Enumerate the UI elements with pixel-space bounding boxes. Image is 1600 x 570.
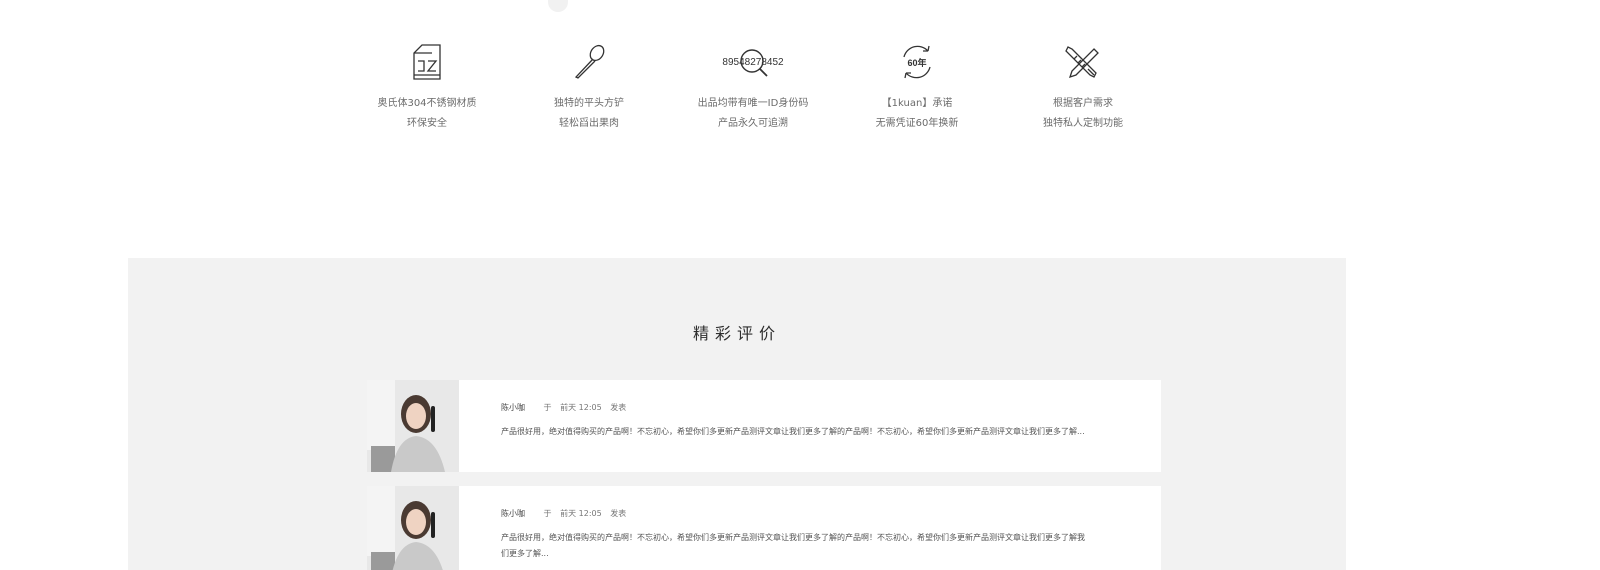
avatar — [367, 486, 459, 570]
feature-line2: 无需凭证60年换新 — [875, 118, 959, 129]
feature-item-material: 奥氏体304不锈钢材质 环保安全 — [347, 38, 507, 134]
reviews-title: 精彩评价 — [692, 324, 781, 343]
feature-line2: 独特私人定制功能 — [1043, 118, 1123, 129]
cabinet-icon — [347, 38, 507, 86]
feature-line2: 环保安全 — [407, 118, 447, 129]
feature-line1: 出品均带有唯一ID身份码 — [697, 98, 809, 109]
review-prefix: 于 — [543, 509, 552, 518]
feature-line2: 产品永久可追溯 — [718, 118, 788, 129]
magnifier-id-icon: 89548278452 — [673, 38, 833, 86]
review-time: 前天 12:05 — [560, 509, 602, 518]
spatula-icon — [509, 38, 669, 86]
review-content: 产品很好用，绝对值得购买的产品啊！不忘初心，希望你们多更新产品测评文章让我们更多… — [501, 533, 1085, 558]
reviews-section: 精彩评价 陈小咖 于 前天 12:05 发表 产品很好用，绝对值得购买的产品啊！… — [128, 258, 1346, 570]
review-meta: 陈小咖 于 前天 12:05 发表 — [501, 508, 626, 519]
feature-line2: 轻松舀出果肉 — [559, 118, 619, 129]
feature-line1: 独特的平头方铲 — [554, 98, 624, 109]
review-content: 产品很好用，绝对值得购买的产品啊！不忘初心，希望你们多更新产品测评文章让我们更多… — [501, 427, 1085, 436]
review-suffix: 发表 — [610, 509, 627, 518]
feature-line1: 【1kuan】承诺 — [881, 98, 953, 109]
pencil-ruler-icon — [1003, 38, 1163, 86]
id-code-text: 89548278452 — [722, 57, 784, 68]
feature-item-id-code: 89548278452 出品均带有唯一ID身份码 产品永久可追溯 — [673, 38, 833, 134]
review-prefix: 于 — [543, 403, 552, 412]
features-row: 奥氏体304不锈钢材质 环保安全 独特的平头方铲 轻松舀出果肉 89548278… — [347, 38, 1173, 138]
feature-item-guarantee: 60年 【1kuan】承诺 无需凭证60年换新 — [837, 38, 997, 134]
review-suffix: 发表 — [610, 403, 627, 412]
review-card: 陈小咖 于 前天 12:05 发表 产品很好用，绝对值得购买的产品啊！不忘初心，… — [367, 380, 1161, 472]
sixty-years-icon: 60年 — [837, 38, 997, 86]
review-time: 前天 12:05 — [560, 403, 602, 412]
feature-line1: 根据客户需求 — [1053, 98, 1113, 109]
sixty-years-text: 60年 — [907, 57, 926, 68]
feature-item-spatula: 独特的平头方铲 轻松舀出果肉 — [509, 38, 669, 134]
feature-item-custom: 根据客户需求 独特私人定制功能 — [1003, 38, 1163, 134]
top-decoration — [548, 0, 568, 12]
review-card: 陈小咖 于 前天 12:05 发表 产品很好用，绝对值得购买的产品啊！不忘初心，… — [367, 486, 1161, 570]
review-meta: 陈小咖 于 前天 12:05 发表 — [501, 402, 626, 413]
review-author: 陈小咖 — [501, 509, 525, 518]
feature-line1: 奥氏体304不锈钢材质 — [377, 98, 477, 109]
review-author: 陈小咖 — [501, 403, 525, 412]
avatar — [367, 380, 459, 472]
